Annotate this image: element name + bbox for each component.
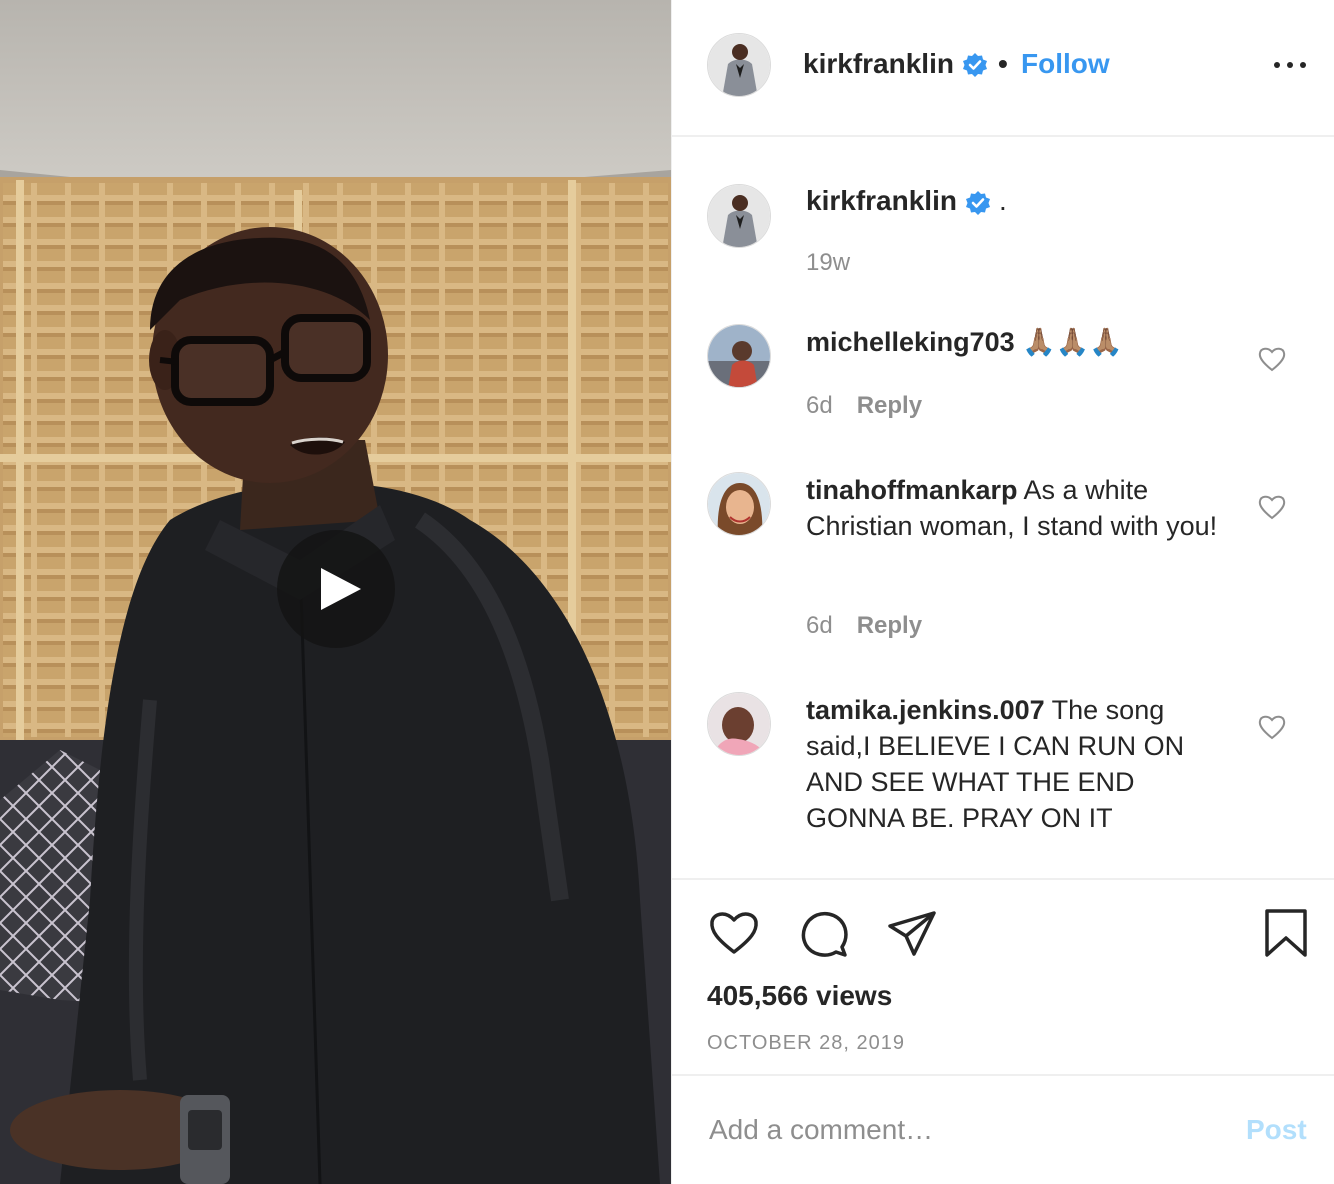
reply-button[interactable]: Reply [857, 612, 922, 639]
comment-item: tamika.jenkins.007 The song said,I BELIE… [672, 660, 1334, 878]
add-comment-bar: Post [672, 1076, 1334, 1184]
verified-badge-icon [963, 53, 987, 77]
commenter-avatar[interactable] [707, 472, 771, 536]
separator-dot: • [998, 48, 1008, 79]
view-count[interactable]: 405,566 views [707, 980, 892, 1012]
follow-button[interactable]: Follow [1021, 48, 1110, 80]
post-details-panel: kirkfranklin • Follow kirkfranklin . 19w [671, 0, 1334, 1184]
like-comment-heart-icon[interactable] [1258, 346, 1286, 372]
verified-badge-icon [966, 191, 990, 215]
play-icon [321, 568, 361, 610]
like-comment-heart-icon[interactable] [1258, 714, 1286, 740]
comment-text: 🙏🏽🙏🏽🙏🏽 [1022, 327, 1123, 357]
author-username[interactable]: kirkfranklin [803, 48, 954, 80]
like-comment-heart-icon[interactable] [1258, 494, 1286, 520]
commenter-username[interactable]: tamika.jenkins.007 [806, 695, 1045, 725]
comment-body: michelleking703 🙏🏽🙏🏽🙏🏽 [806, 324, 1226, 360]
post-actions: 405,566 views OCTOBER 28, 2019 [672, 878, 1334, 1076]
comment-icon[interactable] [798, 910, 848, 958]
heart-icon[interactable] [709, 910, 759, 956]
caption-text: . [999, 185, 1007, 216]
reply-button[interactable]: Reply [857, 392, 922, 419]
caption-timestamp[interactable]: 19w [806, 249, 850, 277]
play-button[interactable] [277, 530, 395, 648]
comment-body: tinahoffmankarp As a white Christian wom… [806, 472, 1226, 544]
author-avatar[interactable] [707, 184, 771, 248]
comment-body: tamika.jenkins.007 The song said,I BELIE… [806, 692, 1226, 836]
share-icon[interactable] [887, 910, 937, 956]
comment-timestamp[interactable]: 6d [806, 392, 833, 419]
comment-meta: 6d Reply [806, 392, 922, 420]
comment-item: michelleking703 🙏🏽🙏🏽🙏🏽 6d Reply [672, 290, 1334, 440]
post-header: kirkfranklin • Follow [672, 0, 1334, 137]
commenter-avatar[interactable] [707, 324, 771, 388]
comment-timestamp[interactable]: 6d [806, 612, 833, 639]
comment-meta: 6d Reply [806, 612, 922, 640]
post-video[interactable] [0, 0, 671, 1184]
comment-input[interactable] [709, 1106, 1189, 1154]
commenter-avatar[interactable] [707, 692, 771, 756]
author-avatar[interactable] [707, 33, 771, 97]
post-caption: kirkfranklin . 19w [672, 137, 1334, 287]
post-comment-button[interactable]: Post [1246, 1114, 1307, 1146]
commenter-username[interactable]: michelleking703 [806, 327, 1015, 357]
comment-item: tinahoffmankarp As a white Christian wom… [672, 440, 1334, 660]
more-options-icon[interactable] [1274, 54, 1306, 74]
bookmark-icon[interactable] [1264, 908, 1308, 958]
caption-username[interactable]: kirkfranklin [806, 185, 957, 217]
commenter-username[interactable]: tinahoffmankarp [806, 475, 1018, 505]
post-date: OCTOBER 28, 2019 [707, 1032, 905, 1054]
